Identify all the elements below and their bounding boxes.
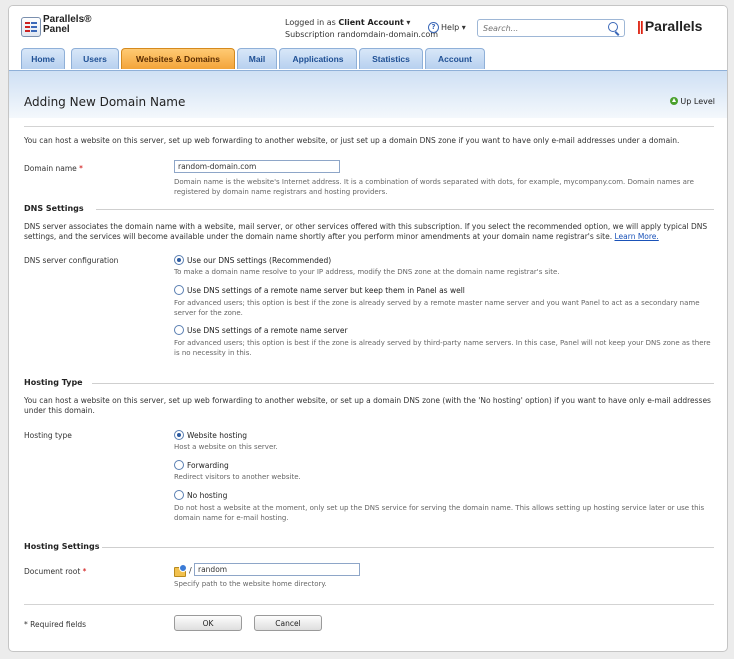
intro-text: You can host a website on this server, s… bbox=[24, 136, 680, 145]
tab-applications[interactable]: Applications bbox=[279, 48, 357, 69]
hosting-website-hint: Host a website on this server. bbox=[174, 443, 278, 451]
dns-option-remote-label[interactable]: Use DNS settings of a remote name server bbox=[187, 326, 348, 335]
path-separator: / bbox=[189, 566, 192, 575]
learn-more-link[interactable]: Learn More. bbox=[614, 232, 658, 241]
tab-statistics[interactable]: Statistics bbox=[359, 48, 423, 69]
required-mark: * bbox=[79, 164, 83, 173]
dns-option-remote-keep-radio[interactable] bbox=[174, 285, 184, 295]
up-arrow-icon bbox=[670, 97, 679, 105]
domain-name-input[interactable] bbox=[174, 160, 340, 173]
hosting-website-label[interactable]: Website hosting bbox=[187, 431, 247, 440]
divider bbox=[102, 547, 714, 548]
brand-bars-icon: || bbox=[637, 18, 644, 34]
domain-name-label-text: Domain name bbox=[24, 164, 77, 173]
dns-settings-heading: DNS Settings bbox=[24, 204, 84, 213]
domain-name-label: Domain name * bbox=[24, 164, 83, 173]
dns-option-remote-hint: For advanced users; this option is best … bbox=[174, 339, 711, 357]
hosting-forwarding-hint: Redirect visitors to another website. bbox=[174, 473, 301, 481]
dns-option-recommended-label[interactable]: Use our DNS settings (Recommended) bbox=[187, 256, 331, 265]
tab-mail[interactable]: Mail bbox=[237, 48, 277, 69]
document-root-hint: Specify path to the website home directo… bbox=[174, 580, 327, 588]
tab-websites-domains[interactable]: Websites & Domains bbox=[121, 48, 235, 69]
document-root-label: Document root * bbox=[24, 567, 86, 576]
document-root-input[interactable] bbox=[194, 563, 360, 576]
hosting-type-label: Hosting type bbox=[24, 431, 72, 440]
brand-text: Parallels bbox=[644, 18, 703, 34]
hosting-none-radio[interactable] bbox=[174, 490, 184, 500]
dns-config-label: DNS server configuration bbox=[24, 256, 119, 265]
dns-option-remote-radio[interactable] bbox=[174, 325, 184, 335]
logo-line2: Panel bbox=[43, 24, 70, 35]
ok-button[interactable]: OK bbox=[174, 615, 242, 631]
folder-browse-icon[interactable] bbox=[174, 564, 187, 577]
chevron-down-icon[interactable]: ▾ bbox=[406, 18, 410, 27]
dns-description: DNS server associates the domain name wi… bbox=[24, 222, 716, 242]
required-mark: * bbox=[82, 567, 87, 576]
hosting-none-hint: Do not host a website at the moment, onl… bbox=[174, 504, 705, 522]
dns-option-recommended-hint: To make a domain name resolve to your IP… bbox=[174, 268, 560, 276]
cancel-button[interactable]: Cancel bbox=[254, 615, 322, 631]
divider bbox=[96, 209, 714, 210]
logged-in-prefix: Logged in as bbox=[285, 18, 339, 27]
help-label[interactable]: Help ▾ bbox=[441, 23, 466, 32]
hosting-forwarding-label[interactable]: Forwarding bbox=[187, 461, 229, 470]
account-menu[interactable]: Client Account bbox=[338, 18, 403, 27]
parallels-brand-logo: || Parallels bbox=[637, 18, 702, 34]
hosting-forwarding-radio[interactable] bbox=[174, 460, 184, 470]
subscription-label: Subscription randomdain-domain.com bbox=[285, 30, 439, 39]
tab-account[interactable]: Account bbox=[425, 48, 485, 69]
help-menu[interactable]: ? Help ▾ bbox=[428, 22, 466, 33]
hosting-website-radio[interactable] bbox=[174, 430, 184, 440]
hosting-type-description: You can host a website on this server, s… bbox=[24, 396, 711, 415]
help-icon: ? bbox=[428, 22, 439, 33]
document-root-label-text: Document root bbox=[24, 567, 81, 576]
hosting-type-heading: Hosting Type bbox=[24, 378, 83, 387]
search-input[interactable] bbox=[483, 22, 601, 34]
top-bar: Parallels® Panel Logged in as Client Acc… bbox=[9, 6, 727, 48]
domain-name-hint: Domain name is the website's Internet ad… bbox=[174, 178, 694, 196]
search-icon[interactable] bbox=[608, 22, 618, 32]
divider bbox=[24, 126, 714, 127]
title-bar-background bbox=[9, 70, 727, 118]
page-title: Adding New Domain Name bbox=[24, 95, 186, 109]
dns-option-remote-keep-label[interactable]: Use DNS settings of a remote name server… bbox=[187, 286, 465, 295]
hosting-none-label[interactable]: No hosting bbox=[187, 491, 227, 500]
dns-option-recommended-radio[interactable] bbox=[174, 255, 184, 265]
main-tabs: Home Users Websites & Domains Mail Appli… bbox=[9, 48, 727, 70]
dns-option-remote-keep-hint: For advanced users; this option is best … bbox=[174, 299, 700, 317]
divider bbox=[92, 383, 714, 384]
required-fields-note: * Required fields bbox=[24, 620, 86, 629]
parallels-panel-logo-icon bbox=[21, 17, 41, 37]
up-level-link[interactable]: Up Level bbox=[670, 97, 715, 106]
tab-users[interactable]: Users bbox=[71, 48, 119, 69]
up-level-label[interactable]: Up Level bbox=[680, 97, 715, 106]
panel-window: Parallels® Panel Logged in as Client Acc… bbox=[8, 5, 728, 652]
search-box bbox=[477, 19, 625, 37]
hosting-settings-heading: Hosting Settings bbox=[24, 542, 100, 551]
tab-home[interactable]: Home bbox=[21, 48, 65, 69]
user-info: Logged in as Client Account ▾ Subscripti… bbox=[285, 17, 438, 41]
required-fields-text: * Required fields bbox=[24, 620, 86, 629]
divider bbox=[24, 604, 714, 605]
dns-description-text: DNS server associates the domain name wi… bbox=[24, 222, 708, 241]
